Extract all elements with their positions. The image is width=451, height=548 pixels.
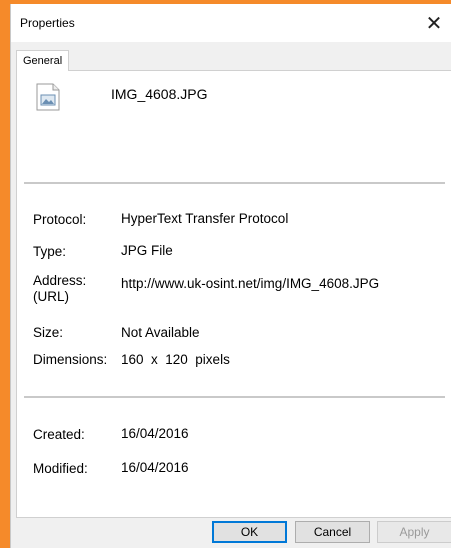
- dialog-body: General IMG_4608.JPG Protocol: HyperText…: [11, 42, 451, 548]
- button-bar: OK Cancel Apply: [11, 518, 451, 548]
- separator: [24, 182, 445, 184]
- dimensions-value: 160 x 120 pixels: [121, 352, 230, 367]
- type-value: JPG File: [121, 243, 173, 258]
- separator: [24, 396, 445, 398]
- tab-general[interactable]: General: [16, 50, 70, 71]
- dialog-title: Properties: [20, 16, 75, 30]
- type-label: Type:: [33, 244, 67, 259]
- size-label: Size:: [33, 325, 64, 340]
- protocol-label: Protocol:: [33, 212, 87, 227]
- cancel-button[interactable]: Cancel: [295, 521, 370, 543]
- address-value: http://www.uk-osint.net/img/IMG_4608.JPG: [121, 276, 380, 291]
- created-label: Created:: [33, 427, 85, 442]
- address-label-url: (URL): [33, 289, 69, 304]
- image-file-icon: [36, 83, 60, 111]
- file-name: IMG_4608.JPG: [111, 86, 208, 102]
- modified-value: 16/04/2016: [121, 460, 189, 475]
- properties-dialog: Properties ✕ General IMG_4608.JPG Protoc…: [10, 4, 451, 548]
- close-button[interactable]: ✕: [417, 4, 451, 42]
- close-icon: ✕: [425, 11, 443, 35]
- created-value: 16/04/2016: [121, 426, 189, 441]
- address-label: Address:: [33, 273, 87, 288]
- ok-button[interactable]: OK: [212, 521, 287, 543]
- title-bar: Properties ✕: [11, 4, 451, 42]
- dimensions-label: Dimensions:: [33, 352, 108, 367]
- size-value: Not Available: [121, 325, 200, 340]
- general-panel: IMG_4608.JPG Protocol: HyperText Transfe…: [16, 70, 451, 518]
- apply-button[interactable]: Apply: [377, 521, 451, 543]
- modified-label: Modified:: [33, 461, 88, 476]
- protocol-value: HyperText Transfer Protocol: [121, 211, 289, 226]
